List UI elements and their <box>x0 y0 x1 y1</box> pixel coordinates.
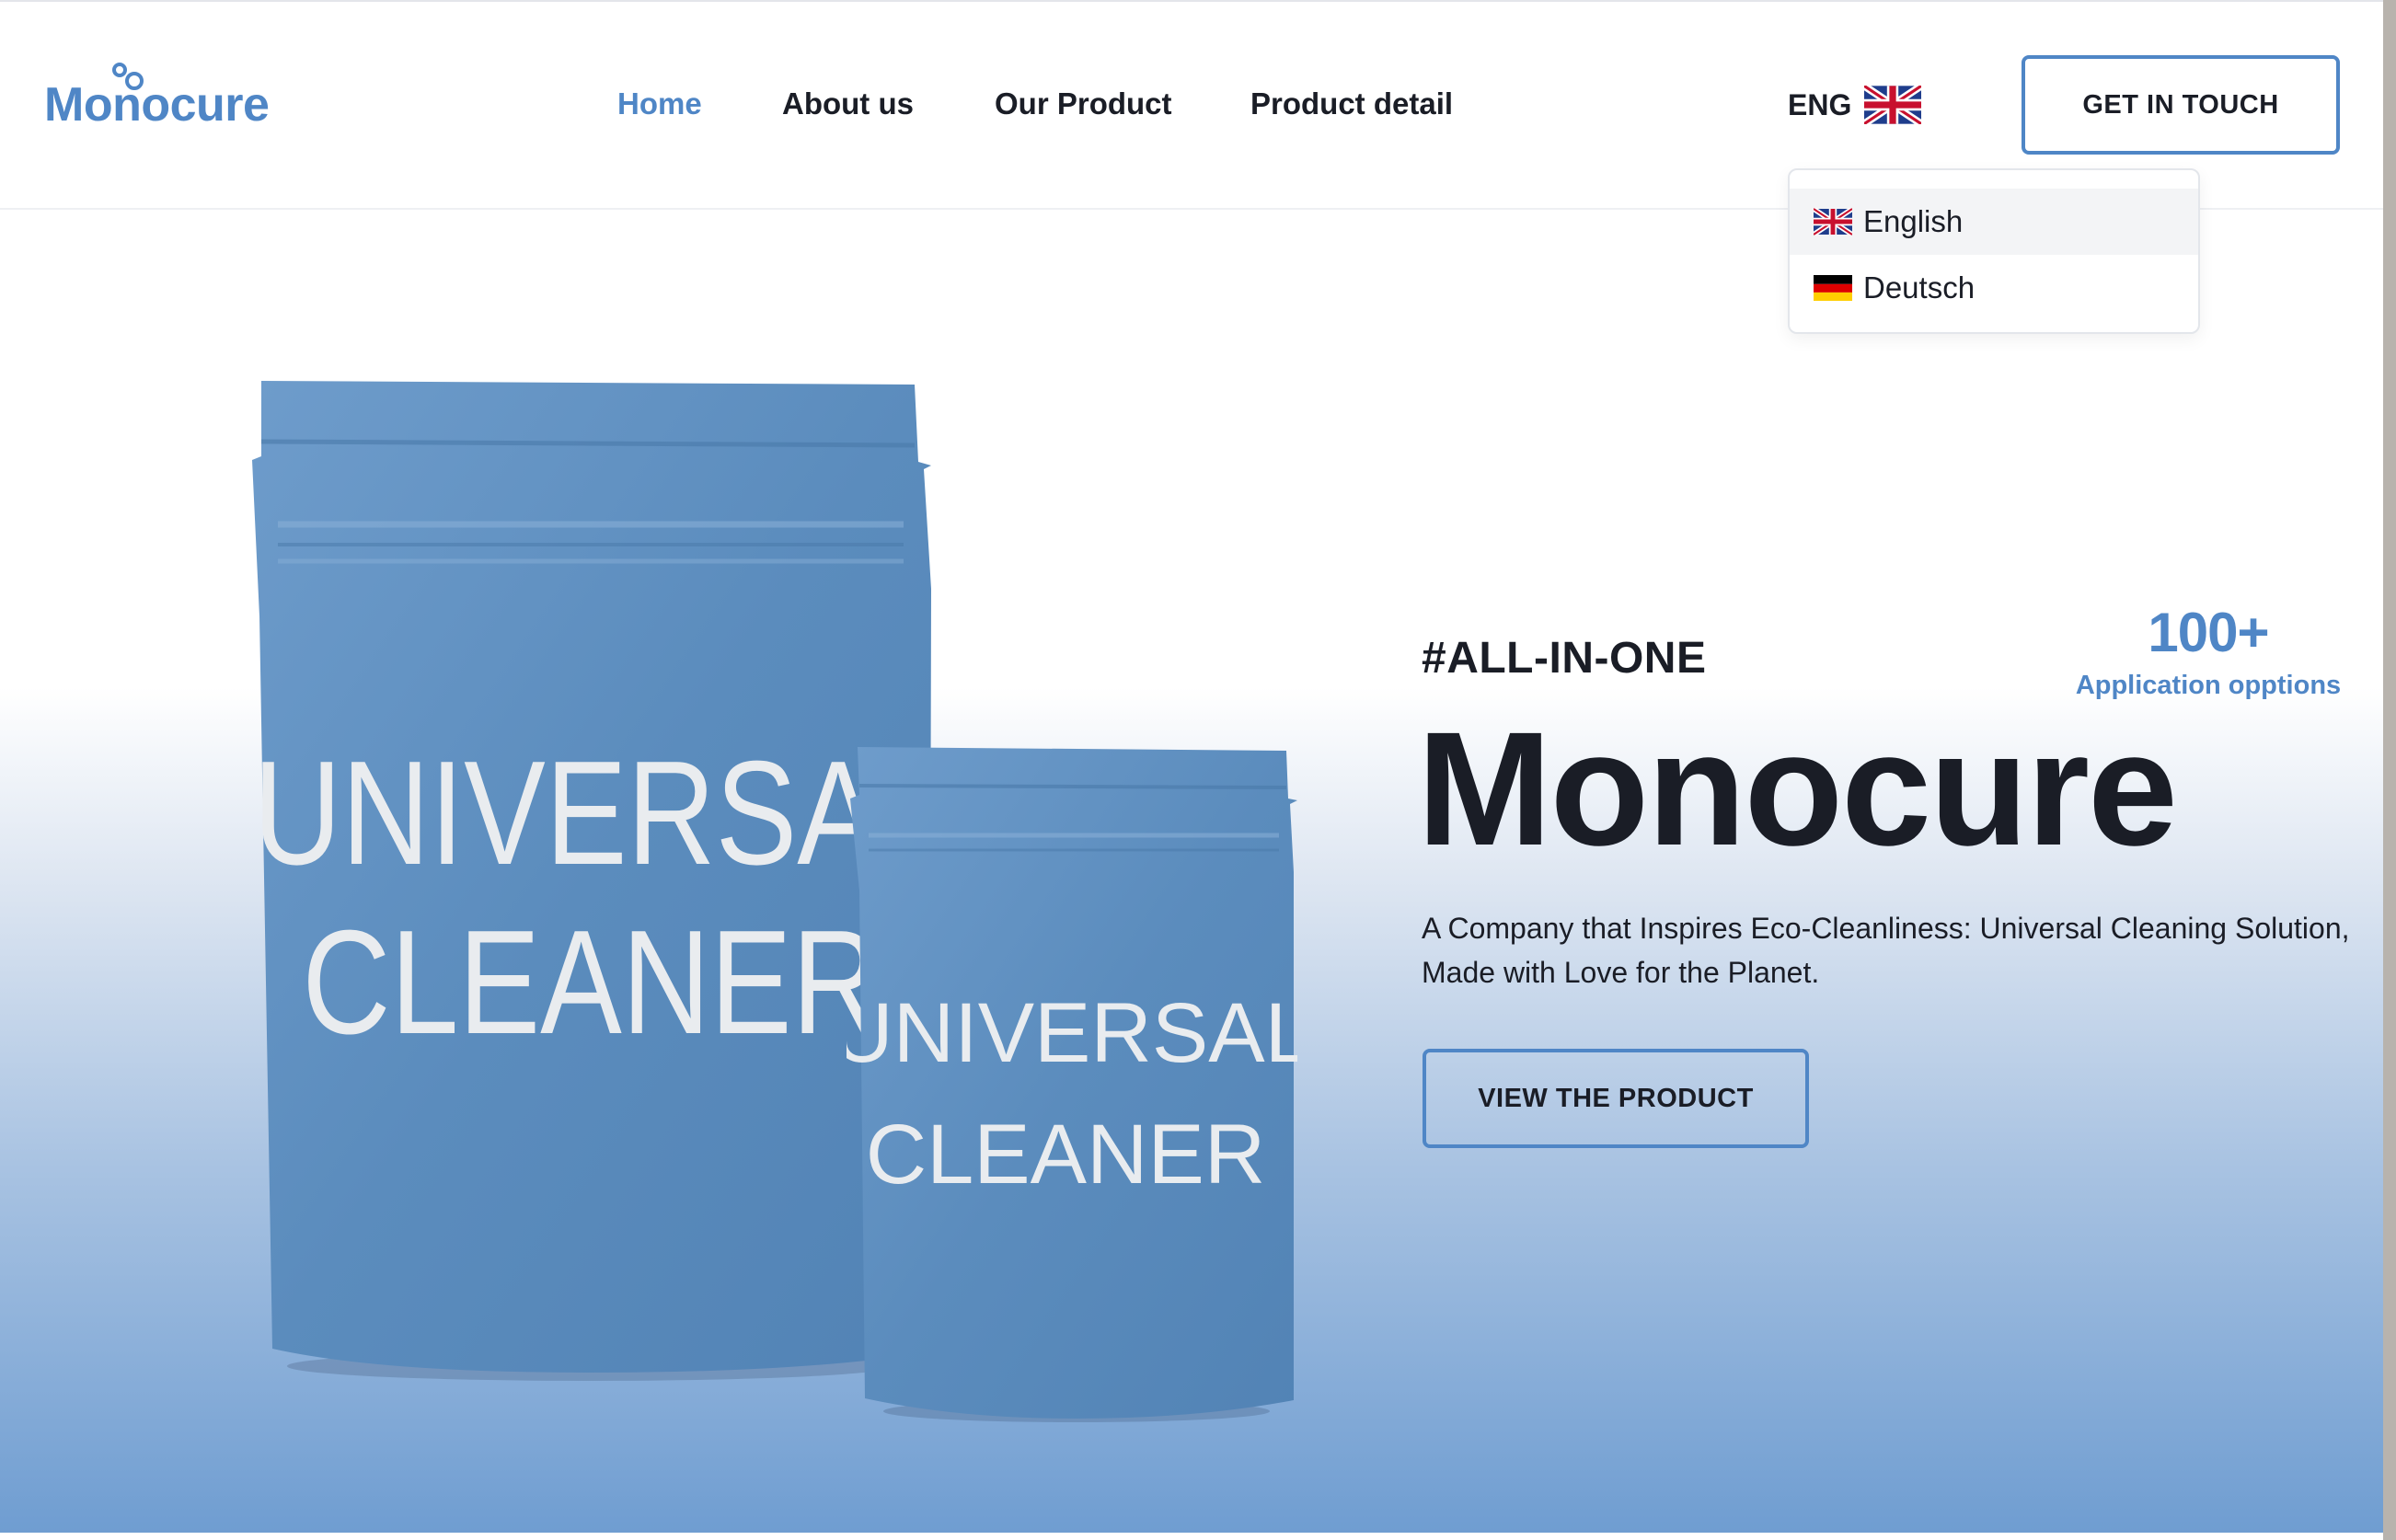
hero-description: A Company that Inspires Eco-Cleanliness:… <box>1422 912 2350 989</box>
large-product-pouch: UNIVERSAL CLEANER <box>252 381 931 1381</box>
germany-flag-icon <box>1814 275 1852 301</box>
pouch-label-line2: CLEANER <box>866 1108 1266 1201</box>
nav-item-home[interactable]: Home <box>617 86 702 121</box>
nav-item-our-product[interactable]: Our Product <box>995 86 1172 121</box>
small-product-pouch: UNIVERSAL CLEANER <box>847 747 1297 1422</box>
language-option-english[interactable]: English <box>1790 189 2198 255</box>
hero-title: Monocure <box>1417 699 2178 879</box>
language-option-deutsch[interactable]: Deutsch <box>1790 255 2198 321</box>
language-option-label: English <box>1863 204 1964 238</box>
application-options-stat: 100+ Application opptions <box>2061 603 2356 701</box>
hero-hashtag: #ALL-IN-ONE <box>1422 634 1707 683</box>
pouch-label-line2: CLEANER <box>302 900 880 1065</box>
nav-item-product-detail[interactable]: Product detail <box>1250 86 1453 121</box>
language-code: ENG <box>1788 87 1852 121</box>
bottom-border <box>0 1533 2383 1540</box>
language-dropdown: English Deutsch <box>1788 168 2200 334</box>
window-edge <box>2383 0 2396 1540</box>
view-product-button[interactable]: VIEW THE PRODUCT <box>1423 1049 1809 1148</box>
uk-flag-icon <box>1864 86 1922 124</box>
stat-label: Application opptions <box>2075 671 2342 700</box>
language-switcher[interactable]: ENG <box>1788 83 1922 127</box>
pouch-label-line1: UNIVERSAL <box>847 986 1297 1080</box>
nav-item-about-us[interactable]: About us <box>782 86 914 121</box>
page: Monocure Home About us Our Product Produ… <box>0 0 2396 1540</box>
stat-value: 100+ <box>2148 602 2269 663</box>
language-option-label: Deutsch <box>1863 270 1976 305</box>
get-in-touch-button[interactable]: GET IN TOUCH <box>2022 55 2340 155</box>
uk-flag-icon <box>1814 208 1852 236</box>
pouch-label-line1: UNIVERSAL <box>253 730 931 896</box>
